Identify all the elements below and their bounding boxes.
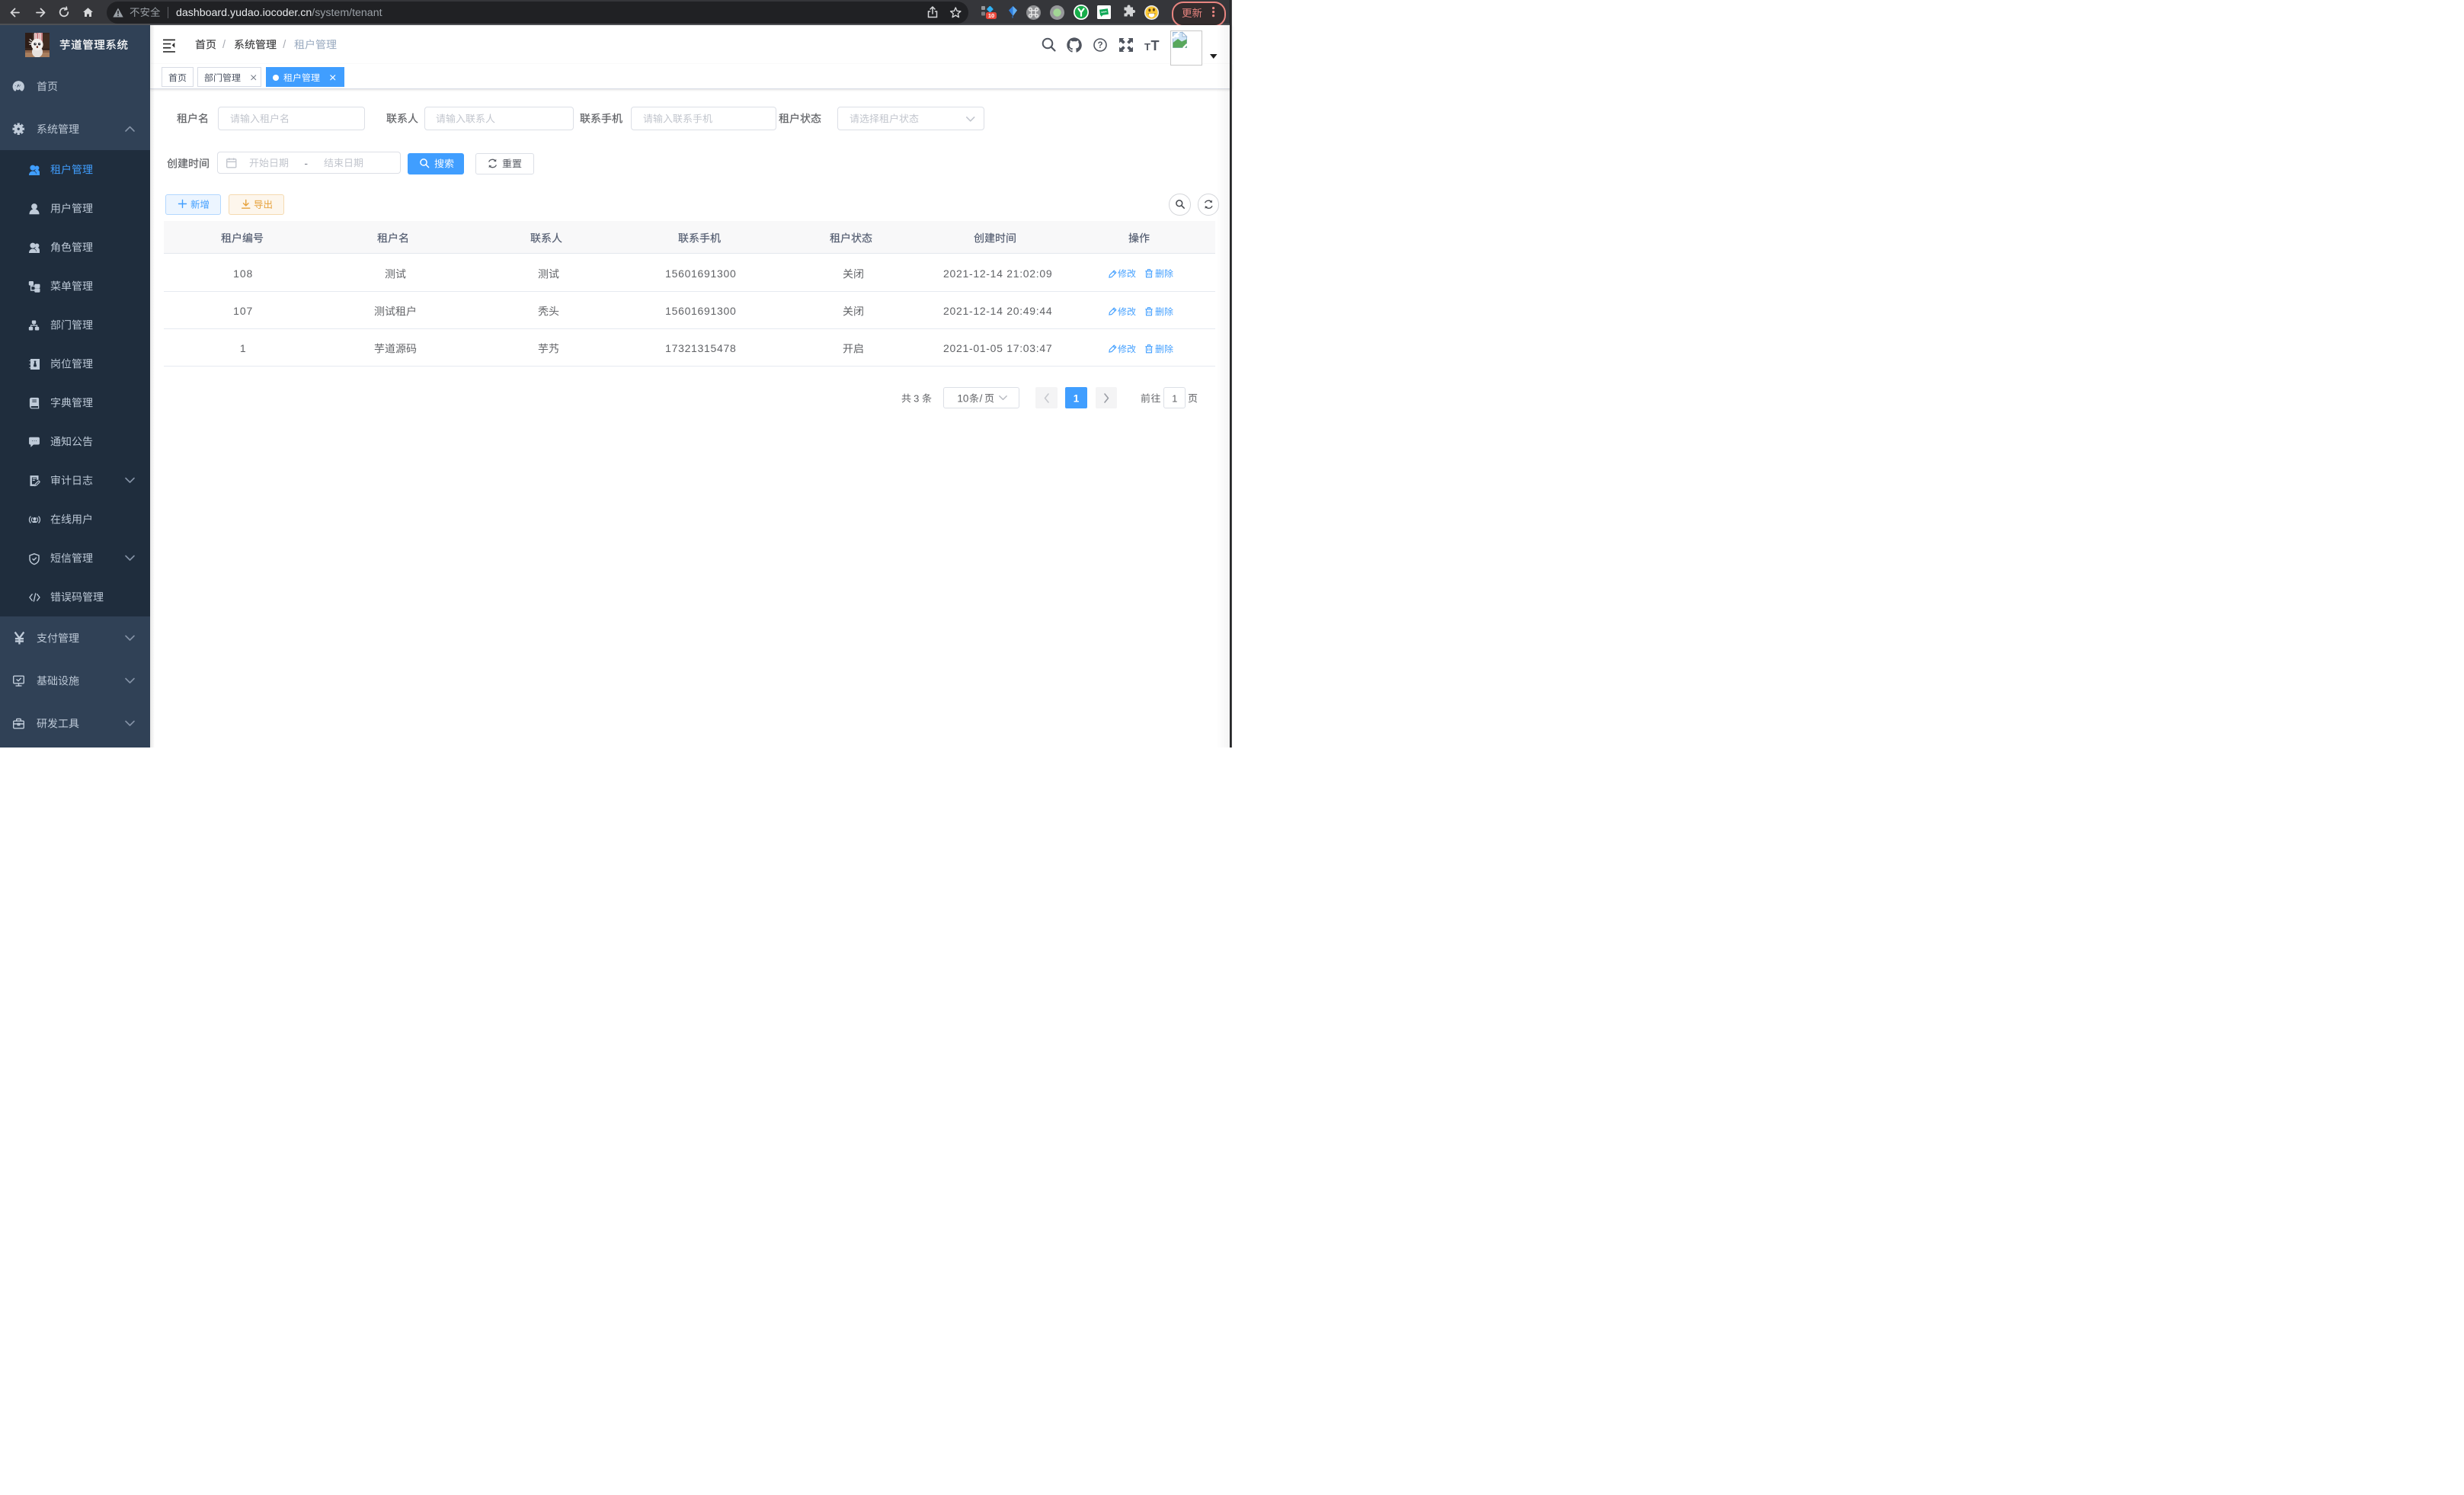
svg-text:?: ? [1097,41,1102,50]
svg-text:T: T [1151,38,1160,53]
svg-text:T: T [1144,41,1150,53]
